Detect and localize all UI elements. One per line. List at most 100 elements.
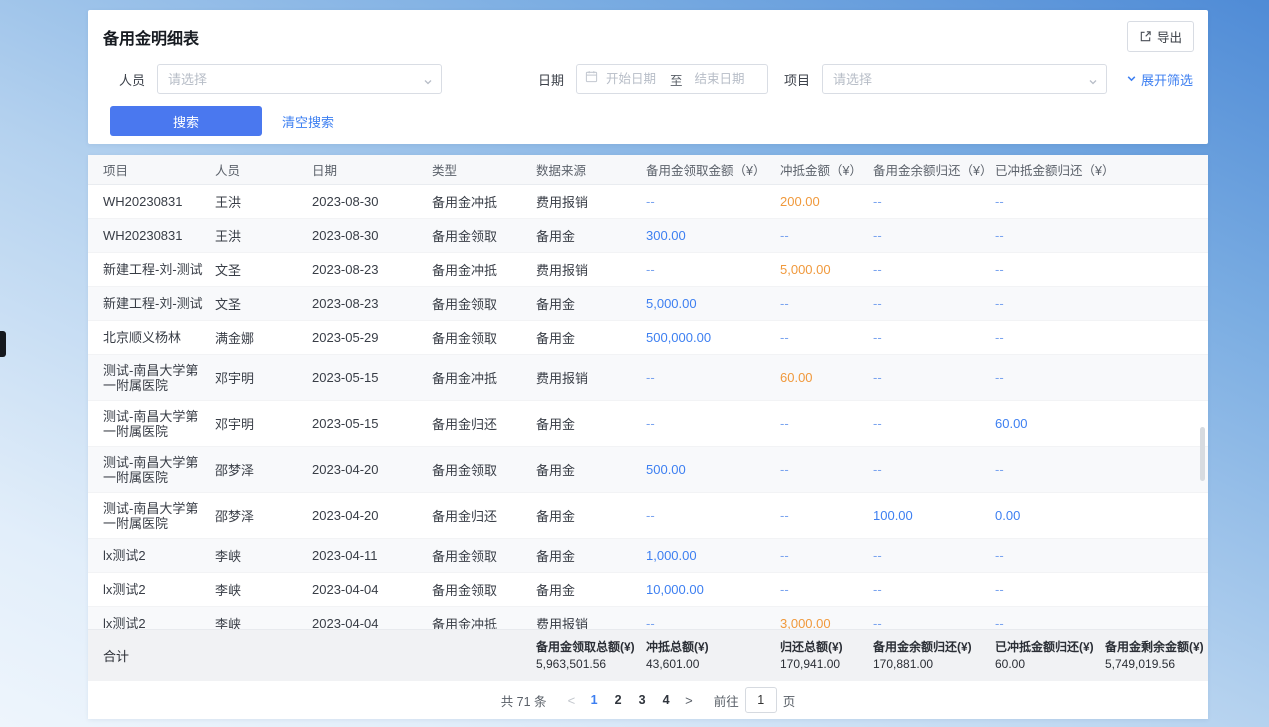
- table-row: 测试-南昌大学第一附属医院邓宇明2023-05-15备用金归还备用金------…: [88, 401, 1208, 447]
- summary-item-label: 备用金剩余金额(¥): [1105, 639, 1204, 656]
- end-date-input[interactable]: [695, 72, 755, 86]
- cell-person: 邓宇明: [215, 368, 312, 387]
- cell-person: 文圣: [215, 294, 312, 313]
- column-header: 日期: [312, 160, 432, 179]
- cell-offset: 60.00: [780, 370, 873, 385]
- chevron-down-icon: [1126, 72, 1137, 87]
- cell-date: 2023-05-29: [312, 330, 432, 345]
- cell-withdraw: 500.00: [646, 462, 780, 477]
- cell-source: 备用金: [536, 294, 646, 313]
- prev-page-button[interactable]: <: [561, 693, 583, 708]
- cell-type: 备用金归还: [432, 506, 536, 525]
- cell-type: 备用金领取: [432, 294, 536, 313]
- next-page-button[interactable]: >: [678, 693, 700, 708]
- cell-source: 备用金: [536, 328, 646, 347]
- summary-item-label: 已冲抵金额归还(¥): [995, 639, 1099, 656]
- page-button-2[interactable]: 2: [606, 688, 630, 712]
- cell-balance-return: --: [873, 296, 995, 311]
- cell-balance-return: --: [873, 194, 995, 209]
- cell-type: 备用金领取: [432, 328, 536, 347]
- table-row: 测试-南昌大学第一附属医院邓宇明2023-05-15备用金冲抵费用报销--60.…: [88, 355, 1208, 401]
- project-select[interactable]: [822, 64, 1107, 94]
- column-header: 备用金领取金额（¥）: [646, 160, 780, 179]
- cell-withdraw: 1,000.00: [646, 548, 780, 563]
- cell-balance-return: --: [873, 370, 995, 385]
- cell-offset-return: --: [995, 370, 1208, 385]
- cell-project: 新建工程-刘-测试: [103, 296, 215, 311]
- page-button-1[interactable]: 1: [582, 688, 606, 712]
- date-range-picker[interactable]: 至: [576, 64, 768, 94]
- clear-search-link[interactable]: 清空搜索: [282, 112, 334, 131]
- person-select[interactable]: [157, 64, 442, 94]
- cell-date: 2023-04-04: [312, 582, 432, 597]
- cell-project: 测试-南昌大学第一附属医院: [103, 363, 215, 393]
- cell-date: 2023-04-04: [312, 616, 432, 629]
- cell-person: 王洪: [215, 192, 312, 211]
- cell-type: 备用金冲抵: [432, 368, 536, 387]
- goto-page-input[interactable]: [745, 687, 777, 713]
- cell-offset: --: [780, 416, 873, 431]
- cell-withdraw: --: [646, 416, 780, 431]
- summary-item: 备用金剩余金额(¥)5,749,019.56: [1105, 639, 1210, 673]
- cell-date: 2023-04-20: [312, 508, 432, 523]
- export-label: 导出: [1157, 27, 1182, 46]
- cell-offset: 3,000.00: [780, 616, 873, 629]
- page-button-3[interactable]: 3: [630, 688, 654, 712]
- export-button[interactable]: 导出: [1127, 21, 1194, 52]
- date-separator: 至: [670, 70, 683, 89]
- summary-total-label: 合计: [103, 646, 536, 665]
- cell-project: lx测试2: [103, 582, 215, 597]
- page-button-4[interactable]: 4: [654, 688, 678, 712]
- expand-filters-link[interactable]: 展开筛选: [1126, 70, 1193, 89]
- table-row: 测试-南昌大学第一附属医院邵梦泽2023-04-20备用金归还备用金----10…: [88, 493, 1208, 539]
- column-header: 类型: [432, 160, 536, 179]
- cell-withdraw: 10,000.00: [646, 582, 780, 597]
- cell-person: 邵梦泽: [215, 506, 312, 525]
- cell-balance-return: --: [873, 548, 995, 563]
- cell-offset: 200.00: [780, 194, 873, 209]
- cell-offset: --: [780, 548, 873, 563]
- cell-offset-return: 0.00: [995, 508, 1208, 523]
- cell-offset-return: --: [995, 330, 1208, 345]
- cell-withdraw: 500,000.00: [646, 330, 780, 345]
- search-button[interactable]: 搜索: [110, 106, 262, 136]
- calendar-icon: [585, 70, 598, 88]
- cell-date: 2023-08-30: [312, 228, 432, 243]
- cell-offset-return: --: [995, 194, 1208, 209]
- cell-type: 备用金领取: [432, 460, 536, 479]
- cell-type: 备用金冲抵: [432, 192, 536, 211]
- cell-type: 备用金冲抵: [432, 260, 536, 279]
- scrollbar-thumb[interactable]: [1200, 427, 1205, 481]
- table-row: lx测试2李峡2023-04-04备用金领取备用金10,000.00------: [88, 573, 1208, 607]
- cell-type: 备用金领取: [432, 226, 536, 245]
- cell-offset: --: [780, 582, 873, 597]
- cell-person: 满金娜: [215, 328, 312, 347]
- cell-person: 李峡: [215, 614, 312, 629]
- cell-balance-return: --: [873, 228, 995, 243]
- summary-item-label: 备用金领取总额(¥): [536, 639, 640, 656]
- column-header: 人员: [215, 160, 312, 179]
- cell-source: 备用金: [536, 580, 646, 599]
- table-row: 北京顺义杨林满金娜2023-05-29备用金领取备用金500,000.00---…: [88, 321, 1208, 355]
- cell-type: 备用金领取: [432, 546, 536, 565]
- goto-label: 前往: [714, 691, 739, 710]
- summary-item-value: 43,601.00: [646, 656, 774, 673]
- cell-project: WH20230831: [103, 228, 215, 243]
- summary-item-value: 60.00: [995, 656, 1099, 673]
- cell-source: 备用金: [536, 506, 646, 525]
- page-title: 备用金明细表: [103, 25, 199, 49]
- cell-project: 测试-南昌大学第一附属医院: [103, 455, 215, 485]
- drawer-handle[interactable]: [0, 331, 6, 357]
- filter-actions: 搜索 清空搜索: [88, 106, 1208, 136]
- summary-item: 备用金余额归还(¥)170,881.00: [873, 639, 995, 673]
- column-header: 项目: [103, 160, 215, 179]
- cell-project: lx测试2: [103, 548, 215, 563]
- cell-offset: --: [780, 462, 873, 477]
- cell-date: 2023-04-11: [312, 548, 432, 563]
- cell-project: lx测试2: [103, 616, 215, 629]
- summary-item-label: 归还总额(¥): [780, 639, 867, 656]
- cell-offset: --: [780, 296, 873, 311]
- start-date-input[interactable]: [606, 72, 666, 86]
- cell-balance-return: --: [873, 262, 995, 277]
- cell-source: 费用报销: [536, 614, 646, 629]
